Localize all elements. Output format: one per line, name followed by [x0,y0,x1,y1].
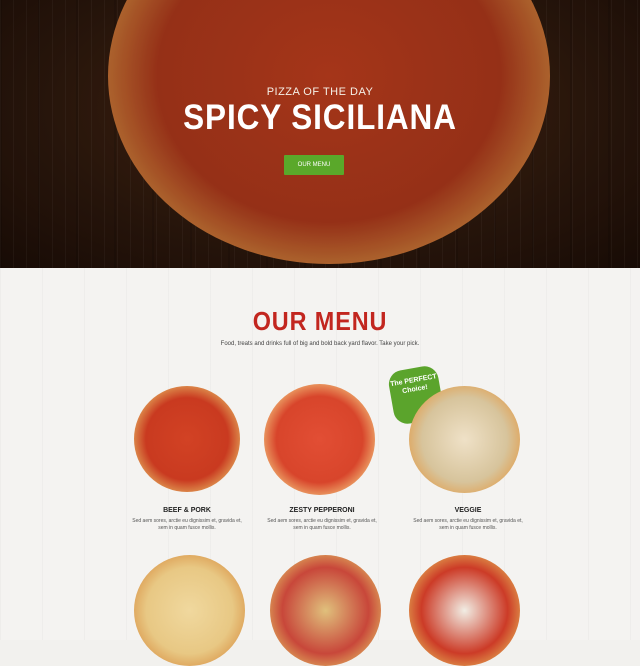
pizza-image-beef-pork[interactable] [134,386,240,492]
hero-title: SPICY SICILIANA [183,98,457,137]
pizza-image[interactable] [270,555,381,666]
pizza-image-zesty-pepperoni[interactable] [264,384,375,495]
menu-item-description: Sed aem sores, arctie eu dignissim et, g… [132,518,242,531]
hero-kicker: PIZZA OF THE DAY [266,86,374,98]
menu-section: OUR MENU Food, treats and drinks full of… [0,268,640,666]
our-menu-button[interactable]: OUR MENU [284,155,344,175]
menu-item-description: Sed aem sores, arctie eu dignissim et, g… [413,518,523,531]
pizza-image-veggie[interactable] [409,386,520,493]
pizza-image[interactable] [134,555,245,666]
menu-item-description: Sed aem sores, arctie eu dignissim et, g… [267,518,377,531]
menu-item-title[interactable]: ZESTY PEPPERONI [252,507,392,514]
menu-item-title[interactable]: VEGGIE [398,507,538,514]
hero-banner: PIZZA OF THE DAY SPICY SICILIANA OUR MEN… [0,0,640,268]
menu-item-title[interactable]: BEEF & PORK [117,507,257,514]
pizza-image[interactable] [409,555,520,666]
menu-subtitle: Food, treats and drinks full of big and … [220,341,420,347]
menu-title: OUR MENU [252,306,388,336]
